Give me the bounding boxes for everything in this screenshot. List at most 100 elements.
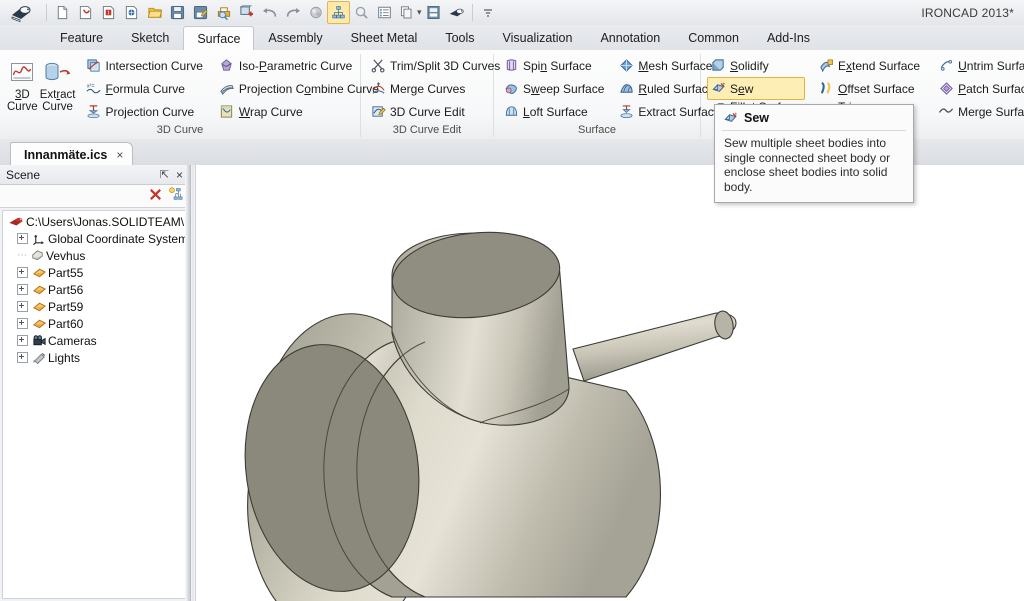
close-icon[interactable]: ×	[176, 168, 183, 182]
trim-split-3d-curves-item[interactable]: Trim/Split 3D Curves	[367, 54, 505, 77]
expander-icon[interactable]	[17, 267, 28, 278]
tab-annotation[interactable]: Annotation	[586, 25, 674, 50]
offset-surface-item[interactable]: Offset Surface	[815, 77, 925, 100]
surface-column-1: Spin Surface Sweep Surface Loft Surface	[500, 54, 609, 123]
merge-curves-item[interactable]: Merge Curves	[367, 77, 505, 100]
delete-icon[interactable]	[148, 187, 163, 205]
expander-icon[interactable]	[17, 284, 28, 295]
3d-curve-edit-item[interactable]: 3D Curve Edit	[367, 100, 505, 123]
svg-text:x²=: x²=	[86, 84, 94, 90]
3d-viewport[interactable]	[191, 165, 1024, 601]
extract-curve-button[interactable]: Extract Curve	[39, 54, 77, 114]
new-document-icon[interactable]	[51, 1, 74, 24]
3d-curve-edit-label: 3D Curve Edit	[390, 104, 465, 119]
tree-item-part60[interactable]: Part60	[3, 315, 187, 332]
tree-item-part59[interactable]: Part59	[3, 298, 187, 315]
projection-combine-curve-item[interactable]: Projection Combine Curve	[216, 77, 384, 100]
sweep-surface-item[interactable]: Sweep Surface	[500, 77, 609, 100]
zoom-icon[interactable]	[350, 1, 373, 24]
tree-item-root[interactable]: C:\Users\Jonas.SOLIDTEAM\De:	[3, 213, 187, 230]
expander-icon[interactable]	[17, 352, 28, 363]
tab-common[interactable]: Common	[674, 25, 753, 50]
loft-surface-item[interactable]: Loft Surface	[500, 100, 609, 123]
sew-icon	[722, 110, 738, 126]
spin-surface-item[interactable]: Spin Surface	[500, 54, 609, 77]
scene-browser-icon[interactable]	[327, 1, 350, 24]
tab-add-ins[interactable]: Add-Ins	[753, 25, 824, 50]
tree-item-part55[interactable]: Part55	[3, 264, 187, 281]
3d-curve-column-1: Intersection Curve x²= Formula Curve Pro…	[83, 54, 208, 123]
tree-item-lights[interactable]: Lights	[3, 349, 187, 366]
save-icon[interactable]	[166, 1, 189, 24]
tree-item-label: C:\Users\Jonas.SOLIDTEAM\De:	[26, 214, 188, 229]
customize-quick-access-icon[interactable]	[477, 1, 500, 24]
projection-curve-item[interactable]: Projection Curve	[83, 100, 208, 123]
assembly-icon	[29, 248, 46, 264]
application-menu-button[interactable]	[0, 1, 42, 25]
scene-panel: Scene ⇱ × C:\Users\Jonas.SOLIDTEAM\De: G…	[0, 165, 191, 601]
pin-icon[interactable]: ⇱	[160, 168, 169, 181]
tree-item-part56[interactable]: Part56	[3, 281, 187, 298]
document-tab-innanmate[interactable]: Innanmäte.ics ×	[10, 142, 134, 166]
solidify-item[interactable]: Solidify	[707, 54, 805, 77]
extract-curve-label-1: Extract	[39, 89, 76, 101]
catalog-icon[interactable]	[422, 1, 445, 24]
sew-item[interactable]: Sew	[707, 77, 806, 100]
application-window: I ▾ IRONCAD 2013* Feature Sketch Surface…	[0, 0, 1024, 601]
ironcad-bird-icon[interactable]	[445, 1, 468, 24]
scene-panel-toolbar	[0, 185, 190, 208]
model-shaft	[572, 312, 737, 382]
tab-sheet-metal[interactable]: Sheet Metal	[337, 25, 432, 50]
untrim-surface-icon	[938, 58, 954, 74]
highlight-tree-icon[interactable]	[168, 187, 184, 205]
ironcad-scene-icon	[7, 214, 24, 230]
tab-assembly[interactable]: Assembly	[254, 25, 336, 50]
tab-sketch[interactable]: Sketch	[117, 25, 183, 50]
expander-icon[interactable]	[17, 301, 28, 312]
patch-surface-item[interactable]: Patch Surface	[935, 77, 1024, 100]
3d-canvas[interactable]	[195, 165, 1024, 601]
tree-item-global-coordinate-system[interactable]: Global Coordinate System	[3, 230, 187, 247]
save-as-icon[interactable]	[189, 1, 212, 24]
wrap-curve-item[interactable]: Wrap Curve	[216, 100, 384, 123]
tabbar-spacer	[0, 25, 46, 50]
redo-icon[interactable]	[281, 1, 304, 24]
scene-tree[interactable]: C:\Users\Jonas.SOLIDTEAM\De: Global Coor…	[2, 210, 188, 599]
render-icon[interactable]	[304, 1, 327, 24]
iso-parametric-curve-item[interactable]: Iso-Parametric Curve	[216, 54, 384, 77]
sweep-surface-label: Sweep Surface	[523, 81, 605, 96]
untrim-surface-item[interactable]: Untrim Surface	[935, 54, 1024, 77]
expander-icon[interactable]	[17, 233, 28, 244]
intersection-curve-item[interactable]: Intersection Curve	[83, 54, 208, 77]
extend-surface-item[interactable]: Extend Surface	[815, 54, 925, 77]
viewport-left-grip[interactable]	[191, 165, 195, 601]
new-drawing-icon[interactable]: I	[97, 1, 120, 24]
expander-icon[interactable]	[17, 318, 28, 329]
tab-visualization[interactable]: Visualization	[489, 25, 587, 50]
3d-curve-button[interactable]: 3D Curve	[6, 54, 39, 114]
print-preview-icon[interactable]	[212, 1, 235, 24]
expander-icon[interactable]	[17, 335, 28, 346]
projection-combine-curve-icon	[219, 81, 235, 97]
formula-curve-item[interactable]: x²= Formula Curve	[83, 77, 208, 100]
tree-item-vevhus[interactable]: ⋯ Vevhus	[3, 247, 187, 264]
tab-surface[interactable]: Surface	[183, 26, 255, 51]
panel-splitter[interactable]	[185, 165, 190, 601]
3d-curve-icon	[9, 57, 35, 89]
ribbon-group-3d-curve: 3D Curve Extract Curve Intersection Curv…	[0, 50, 379, 139]
copy-icon[interactable]	[396, 1, 419, 24]
close-icon[interactable]: ×	[116, 148, 123, 162]
tab-feature[interactable]: Feature	[46, 25, 117, 50]
wrap-curve-label: Wrap Curve	[238, 104, 303, 119]
window-title: IRONCAD 2013*	[921, 5, 1014, 20]
open-icon[interactable]	[143, 1, 166, 24]
new-scene-icon[interactable]	[120, 1, 143, 24]
tree-item-cameras[interactable]: Cameras	[3, 332, 187, 349]
add-part-icon[interactable]	[235, 1, 258, 24]
undo-icon[interactable]	[258, 1, 281, 24]
tree-item-label: Lights	[48, 350, 81, 365]
new-part-icon[interactable]	[74, 1, 97, 24]
properties-icon[interactable]	[373, 1, 396, 24]
merge-surface-item[interactable]: Merge Surface	[935, 100, 1024, 123]
tab-tools[interactable]: Tools	[431, 25, 488, 50]
